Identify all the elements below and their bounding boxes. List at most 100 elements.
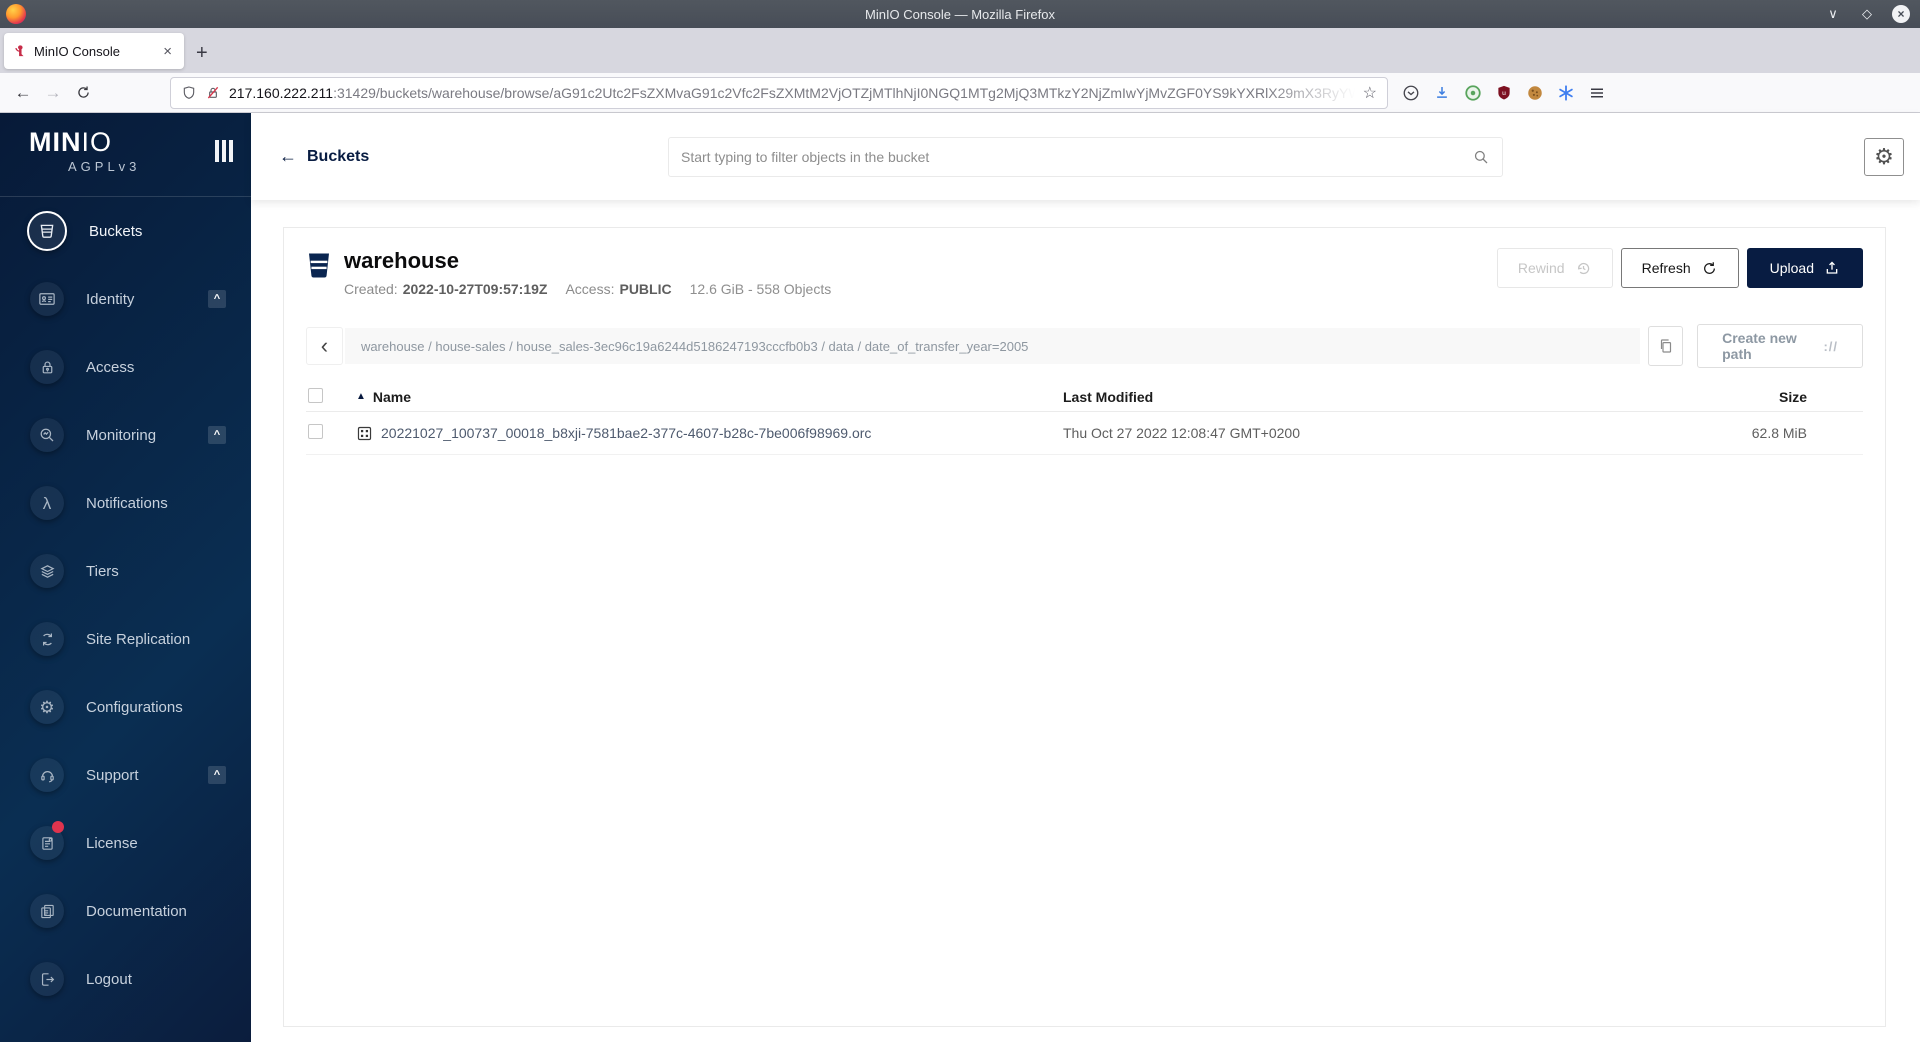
object-name: 20221027_100737_00018_b8xji-7581bae2-377…	[381, 425, 872, 441]
back-arrow-icon: ←	[279, 146, 297, 166]
search-input[interactable]	[681, 148, 1472, 165]
bucket-actions: Rewind Refresh Upload	[1496, 248, 1863, 288]
sidebar-item-site-replication[interactable]: Site Replication	[0, 605, 251, 673]
sidebar-item-documentation[interactable]: Documentation	[0, 877, 251, 945]
create-new-path-button[interactable]: Create new path ://	[1697, 324, 1864, 368]
object-filter-search[interactable]	[668, 136, 1503, 177]
bucket-name: warehouse	[344, 248, 459, 273]
sidebar-item-access[interactable]: Access	[0, 333, 251, 401]
refresh-icon	[1703, 261, 1715, 274]
new-tab-button[interactable]: +	[184, 42, 220, 65]
table-row[interactable]: 20221027_100737_00018_b8xji-7581bae2-377…	[306, 412, 1863, 455]
tracking-shield-icon[interactable]	[181, 85, 197, 101]
sidebar-collapse-icon[interactable]	[215, 140, 233, 162]
sidebar-item-configurations[interactable]: ⚙ Configurations	[0, 673, 251, 741]
minio-console-app: MINIO AGPLv3 Buckets Identity ^ Access M…	[0, 113, 1920, 1042]
rewind-label: Rewind	[1517, 260, 1565, 276]
sidebar-menu: Buckets Identity ^ Access Monitoring ^ λ…	[0, 197, 251, 1013]
bucket-created: Created: 2022-10-27T09:57:19Z	[344, 281, 548, 297]
sidebar-item-label: Configurations	[86, 698, 183, 716]
object-file-icon	[357, 426, 372, 440]
support-collapse-caret-icon[interactable]: ^	[208, 766, 226, 784]
sidebar-item-logout[interactable]: Logout	[0, 945, 251, 1013]
browser-back-button[interactable]: ←	[8, 78, 38, 108]
gear-icon: ⚙	[30, 690, 64, 724]
sort-ascending-icon: ▲	[356, 391, 366, 402]
page-title: Buckets	[307, 147, 370, 165]
sidebar-item-support[interactable]: Support ^	[0, 741, 251, 809]
chevron-left-icon: ‹	[320, 333, 329, 358]
tiers-layers-icon	[30, 554, 64, 588]
upload-label: Upload	[1769, 260, 1814, 276]
menu-hamburger-icon[interactable]	[1588, 84, 1606, 102]
object-size-cell: 62.8 MiB	[1751, 425, 1807, 441]
url-bar[interactable]: 217.160.222.211:31429/buckets/warehouse/…	[170, 76, 1388, 109]
select-all-checkbox[interactable]	[308, 387, 323, 403]
access-icon	[30, 350, 64, 384]
lambda-icon: λ	[30, 486, 64, 520]
logo-light: IO	[81, 127, 113, 157]
window-maximize-button[interactable]: ◇	[1858, 5, 1876, 23]
minio-favicon-icon	[15, 45, 24, 57]
identity-collapse-caret-icon[interactable]: ^	[208, 290, 226, 308]
sidebar-item-monitoring[interactable]: Monitoring ^	[0, 401, 251, 469]
breadcrumb[interactable]: warehouse / house-sales / house_sales-3e…	[344, 328, 1640, 364]
bucket-settings-button[interactable]: ⚙	[1864, 137, 1904, 176]
extension-green-icon[interactable]	[1464, 84, 1482, 102]
copy-icon	[1660, 339, 1671, 353]
sidebar-item-tiers[interactable]: Tiers	[0, 537, 251, 605]
sidebar-item-label: Identity	[86, 290, 135, 308]
svg-text:u: u	[1502, 89, 1506, 96]
sidebar-item-notifications[interactable]: λ Notifications	[0, 469, 251, 537]
gear-icon: ⚙	[1874, 143, 1894, 169]
sidebar-item-label: Site Replication	[86, 630, 191, 648]
page-header: ← Buckets ⚙	[251, 113, 1920, 200]
upload-button[interactable]: Upload	[1746, 248, 1863, 288]
window-minimize-button[interactable]: ∨	[1824, 5, 1842, 23]
monitoring-collapse-caret-icon[interactable]: ^	[208, 426, 226, 444]
minio-logo: MINIO AGPLv3	[0, 113, 251, 196]
bookmark-star-icon[interactable]: ☆	[1363, 83, 1377, 103]
sidebar-item-identity[interactable]: Identity ^	[0, 265, 251, 333]
browser-forward-button[interactable]: →	[38, 78, 68, 108]
tab-minio-console[interactable]: MinIO Console ×	[4, 33, 184, 69]
monitoring-icon	[30, 418, 64, 452]
tab-strip: MinIO Console × +	[0, 28, 1920, 73]
browser-reload-button[interactable]	[68, 78, 98, 108]
tab-close-icon[interactable]: ×	[159, 43, 176, 60]
logo-bold: MIN	[29, 127, 82, 157]
object-modified-cell: Thu Oct 27 2022 12:08:47 GMT+0200	[1063, 425, 1300, 441]
sidebar-item-label: Support	[86, 766, 139, 784]
column-header-size[interactable]: Size	[1743, 389, 1863, 405]
sidebar-item-buckets[interactable]: Buckets	[0, 197, 251, 265]
bucket-access: Access: PUBLIC	[565, 281, 672, 297]
row-checkbox[interactable]	[308, 424, 323, 439]
bucket-summary: warehouse Created: 2022-10-27T09:57:19Z A…	[306, 248, 1863, 297]
rewind-icon	[1577, 262, 1589, 274]
copy-path-button[interactable]	[1647, 326, 1684, 366]
object-name-cell[interactable]: 20221027_100737_00018_b8xji-7581bae2-377…	[356, 425, 1063, 442]
sidebar-item-label: Notifications	[86, 494, 168, 512]
rewind-button[interactable]: Rewind	[1496, 248, 1613, 288]
buckets-icon	[27, 211, 67, 251]
insecure-lock-icon[interactable]	[205, 85, 221, 101]
asterisk-extension-icon[interactable]	[1557, 84, 1575, 102]
back-to-buckets-link[interactable]: ← Buckets	[279, 146, 369, 167]
sidebar-item-label: Buckets	[89, 222, 143, 240]
pocket-icon[interactable]	[1402, 84, 1420, 102]
bucket-browser-card: warehouse Created: 2022-10-27T09:57:19Z A…	[283, 227, 1886, 1027]
column-header-name[interactable]: ▲ Name	[356, 389, 1063, 405]
create-path-label: Create new path	[1722, 330, 1797, 362]
column-header-last-modified[interactable]: Last Modified	[1063, 389, 1743, 405]
sidebar-item-license[interactable]: License	[0, 809, 251, 877]
browser-toolbar: ← → 217.160.222.211:31429/buckets/wareho…	[0, 73, 1920, 113]
window-close-button[interactable]: ×	[1892, 5, 1910, 23]
ublock-icon[interactable]: u	[1495, 84, 1513, 102]
download-icon[interactable]	[1433, 84, 1451, 102]
refresh-button[interactable]: Refresh	[1620, 248, 1739, 288]
path-back-button[interactable]: ‹	[306, 327, 343, 365]
license-alert-dot	[52, 821, 64, 833]
path-slashes-icon: ://	[1823, 338, 1839, 354]
cookie-extension-icon[interactable]	[1526, 84, 1544, 102]
upload-icon	[1826, 261, 1838, 274]
